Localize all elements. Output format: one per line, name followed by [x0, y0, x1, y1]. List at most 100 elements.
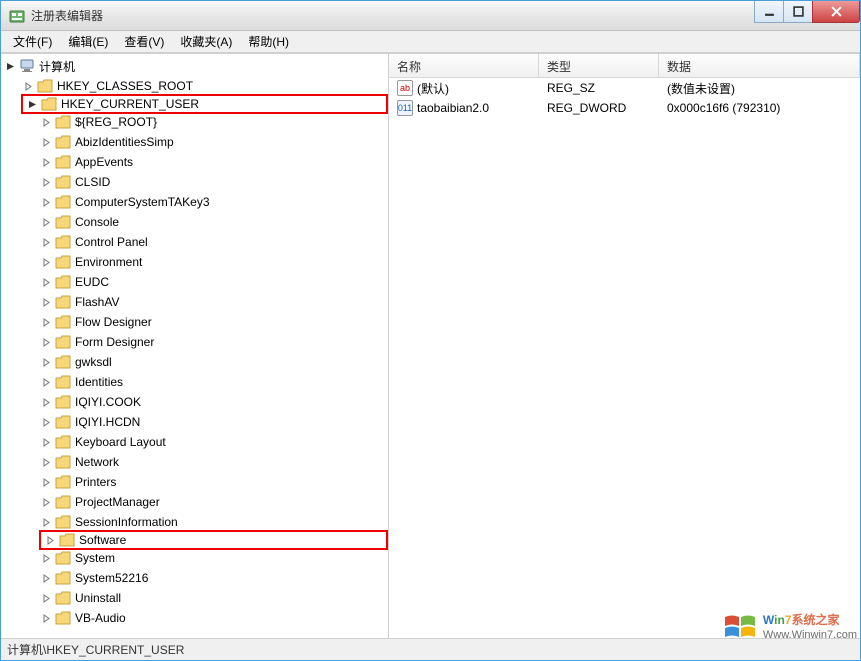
expand-icon[interactable] — [43, 533, 57, 547]
tree-node-hkcu[interactable]: HKEY_CURRENT_USER — [21, 94, 388, 114]
expand-icon[interactable] — [39, 355, 53, 369]
tree-node[interactable]: Software — [39, 530, 388, 550]
tree-label: AbizIdentitiesSimp — [75, 135, 174, 149]
expand-icon[interactable] — [39, 195, 53, 209]
folder-icon — [55, 235, 71, 249]
expand-icon[interactable] — [39, 455, 53, 469]
tree-node[interactable]: System52216 — [39, 568, 388, 588]
tree-node[interactable]: Printers — [39, 472, 388, 492]
list-row[interactable]: 011taobaibian2.0REG_DWORD0x000c16f6 (792… — [389, 98, 860, 118]
tree-node-hkcr[interactable]: HKEY_CLASSES_ROOT — [21, 76, 388, 96]
expand-icon[interactable] — [39, 335, 53, 349]
tree-label: Software — [79, 533, 126, 547]
tree-node[interactable]: Network — [39, 452, 388, 472]
expand-icon[interactable] — [39, 175, 53, 189]
tree-node[interactable]: System — [39, 548, 388, 568]
folder-icon — [55, 295, 71, 309]
expand-icon[interactable] — [39, 215, 53, 229]
tree-node[interactable]: Environment — [39, 252, 388, 272]
tree-label: Control Panel — [75, 235, 148, 249]
tree-node[interactable]: ${REG_ROOT} — [39, 112, 388, 132]
folder-icon — [55, 591, 71, 605]
value-list-panel: 名称 类型 数据 ab(默认)REG_SZ(数值未设置)011taobaibia… — [389, 54, 860, 638]
expand-icon[interactable] — [39, 155, 53, 169]
tree-node[interactable]: ComputerSystemTAKey3 — [39, 192, 388, 212]
tree-node[interactable]: FlashAV — [39, 292, 388, 312]
col-header-data[interactable]: 数据 — [659, 54, 860, 77]
registry-tree[interactable]: 计算机 HKEY_CLASSES_ROOT — [1, 54, 389, 638]
close-button[interactable] — [812, 1, 860, 23]
tree-node[interactable]: Form Designer — [39, 332, 388, 352]
tree-node[interactable]: Uninstall — [39, 588, 388, 608]
tree-node[interactable]: Identities — [39, 372, 388, 392]
tree-node[interactable]: Console — [39, 212, 388, 232]
menu-file[interactable]: 文件(F) — [5, 31, 60, 52]
tree-node[interactable]: AbizIdentitiesSimp — [39, 132, 388, 152]
tree-label: Keyboard Layout — [75, 435, 166, 449]
menu-favorites[interactable]: 收藏夹(A) — [172, 31, 240, 52]
tree-node[interactable]: Keyboard Layout — [39, 432, 388, 452]
expand-icon[interactable] — [39, 315, 53, 329]
expand-icon[interactable] — [39, 295, 53, 309]
expand-icon[interactable] — [39, 591, 53, 605]
expand-icon[interactable] — [21, 79, 35, 93]
maximize-button[interactable] — [783, 1, 813, 23]
tree-node[interactable]: IQIYI.HCDN — [39, 412, 388, 432]
menu-view[interactable]: 查看(V) — [116, 31, 172, 52]
menu-help[interactable]: 帮助(H) — [240, 31, 297, 52]
minimize-button[interactable] — [754, 1, 784, 23]
folder-icon — [55, 315, 71, 329]
tree-node[interactable]: Flow Designer — [39, 312, 388, 332]
expand-icon[interactable] — [39, 611, 53, 625]
folder-icon — [59, 533, 75, 547]
tree-node[interactable]: Control Panel — [39, 232, 388, 252]
expand-icon[interactable] — [39, 435, 53, 449]
value-name: (默认) — [417, 80, 449, 97]
tree-label: Flow Designer — [75, 315, 152, 329]
expand-icon[interactable] — [39, 115, 53, 129]
folder-icon — [55, 215, 71, 229]
regedit-app-icon — [9, 8, 25, 24]
tree-node[interactable]: SessionInformation — [39, 512, 388, 532]
folder-icon — [55, 335, 71, 349]
tree-label: IQIYI.HCDN — [75, 415, 140, 429]
col-header-type[interactable]: 类型 — [539, 54, 659, 77]
menu-edit[interactable]: 编辑(E) — [60, 31, 116, 52]
expand-icon[interactable] — [39, 135, 53, 149]
expand-icon[interactable] — [39, 571, 53, 585]
tree-label: Form Designer — [75, 335, 154, 349]
tree-node[interactable]: IQIYI.COOK — [39, 392, 388, 412]
tree-node-computer[interactable]: 计算机 — [3, 56, 388, 76]
tree-node[interactable]: EUDC — [39, 272, 388, 292]
tree-node[interactable]: VB-Audio — [39, 608, 388, 628]
expand-icon[interactable] — [39, 415, 53, 429]
tree-label: CLSID — [75, 175, 110, 189]
expand-icon[interactable] — [39, 475, 53, 489]
menubar: 文件(F) 编辑(E) 查看(V) 收藏夹(A) 帮助(H) — [1, 31, 860, 53]
expand-icon[interactable] — [39, 275, 53, 289]
tree-label: Printers — [75, 475, 116, 489]
list-body[interactable]: ab(默认)REG_SZ(数值未设置)011taobaibian2.0REG_D… — [389, 78, 860, 638]
col-header-name[interactable]: 名称 — [389, 54, 539, 77]
list-row[interactable]: ab(默认)REG_SZ(数值未设置) — [389, 78, 860, 98]
expand-icon[interactable] — [39, 495, 53, 509]
expand-icon[interactable] — [39, 255, 53, 269]
collapse-icon[interactable] — [25, 97, 39, 111]
expand-icon[interactable] — [39, 235, 53, 249]
tree-node[interactable]: gwksdl — [39, 352, 388, 372]
expand-icon[interactable] — [39, 551, 53, 565]
tree-node[interactable]: CLSID — [39, 172, 388, 192]
expand-icon[interactable] — [39, 375, 53, 389]
collapse-icon[interactable] — [3, 59, 17, 73]
tree-label: HKEY_CURRENT_USER — [61, 97, 199, 111]
tree-node[interactable]: ProjectManager — [39, 492, 388, 512]
titlebar[interactable]: 注册表编辑器 — [1, 1, 860, 31]
expand-icon[interactable] — [39, 395, 53, 409]
list-header[interactable]: 名称 类型 数据 — [389, 54, 860, 78]
tree-node[interactable]: AppEvents — [39, 152, 388, 172]
expand-icon[interactable] — [39, 515, 53, 529]
tree-label: ComputerSystemTAKey3 — [75, 195, 210, 209]
folder-icon — [55, 571, 71, 585]
folder-icon — [55, 455, 71, 469]
tree-label: System — [75, 551, 115, 565]
